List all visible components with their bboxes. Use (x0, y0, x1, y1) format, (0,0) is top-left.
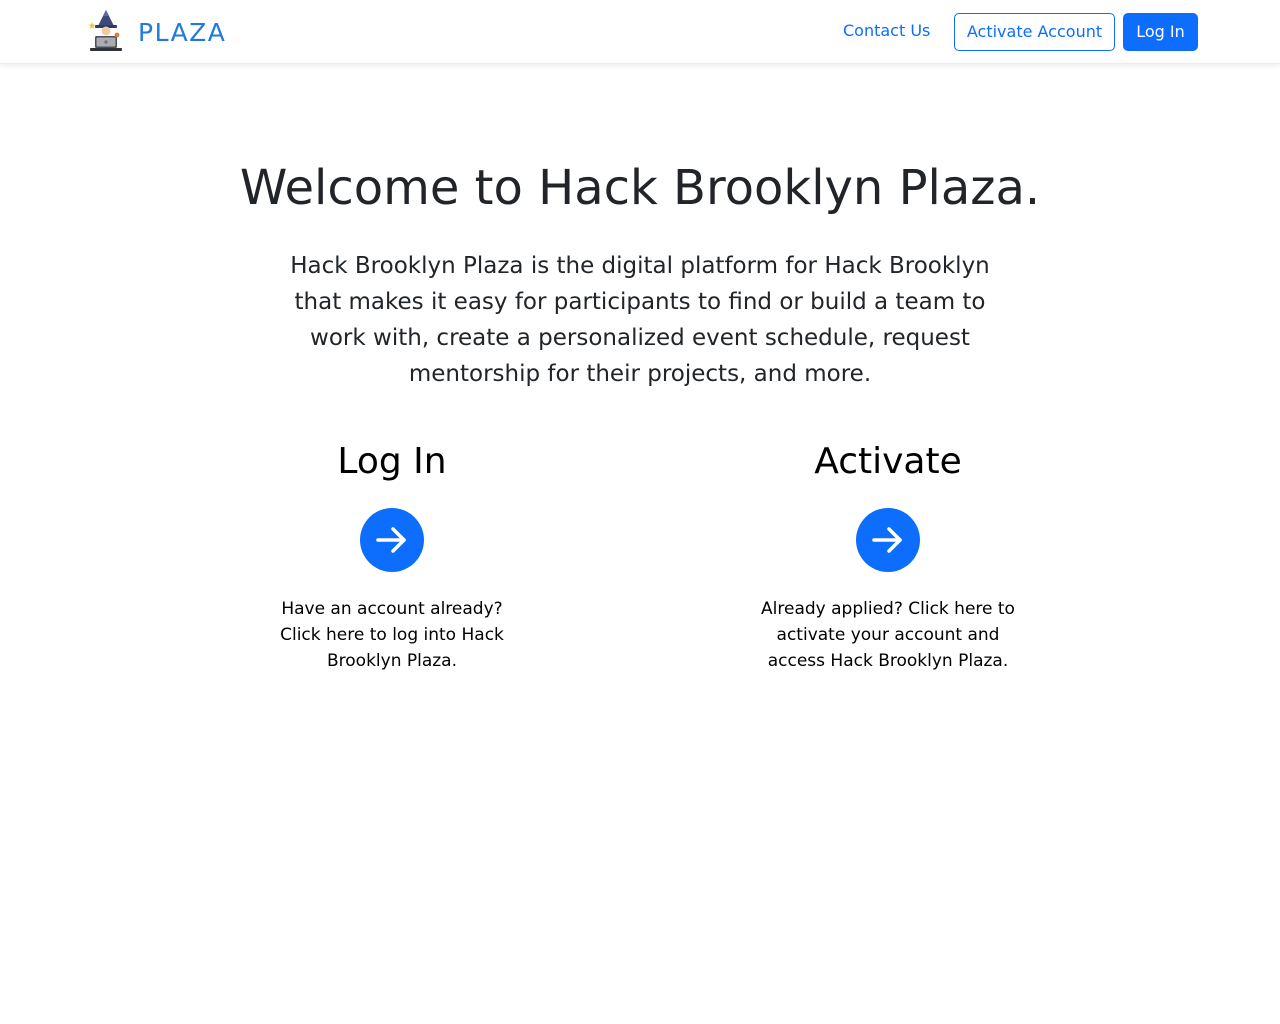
activate-card-title: Activate (814, 441, 962, 482)
activate-arrow-button[interactable] (856, 508, 920, 572)
brand-link[interactable]: PLAZA (86, 8, 226, 56)
page-title: Welcome to Hack Brooklyn Plaza. (239, 160, 1041, 216)
activate-card-description: Already applied? Click here to activate … (761, 599, 1015, 671)
brand-text: PLAZA (138, 17, 227, 47)
login-arrow-button[interactable] (360, 508, 424, 572)
login-card-title: Log In (337, 441, 447, 482)
navbar: PLAZA Contact Us Activate Account Log In (0, 0, 1280, 64)
wizard-logo-icon (88, 10, 122, 51)
hero-description: Hack Brooklyn Plaza is the digital platf… (290, 253, 990, 387)
activate-card: Activate Already applied? Click here to … (738, 438, 1038, 674)
arrow-right-icon (872, 527, 902, 553)
arrow-right-icon (376, 527, 406, 553)
login-card-description: Have an account already? Click here to l… (280, 599, 504, 671)
contact-us-link[interactable]: Contact Us (843, 13, 930, 51)
login-card: Log In Have an account already? Click he… (242, 438, 542, 674)
login-button[interactable]: Log In (1123, 13, 1198, 51)
activate-account-button[interactable]: Activate Account (954, 13, 1115, 51)
